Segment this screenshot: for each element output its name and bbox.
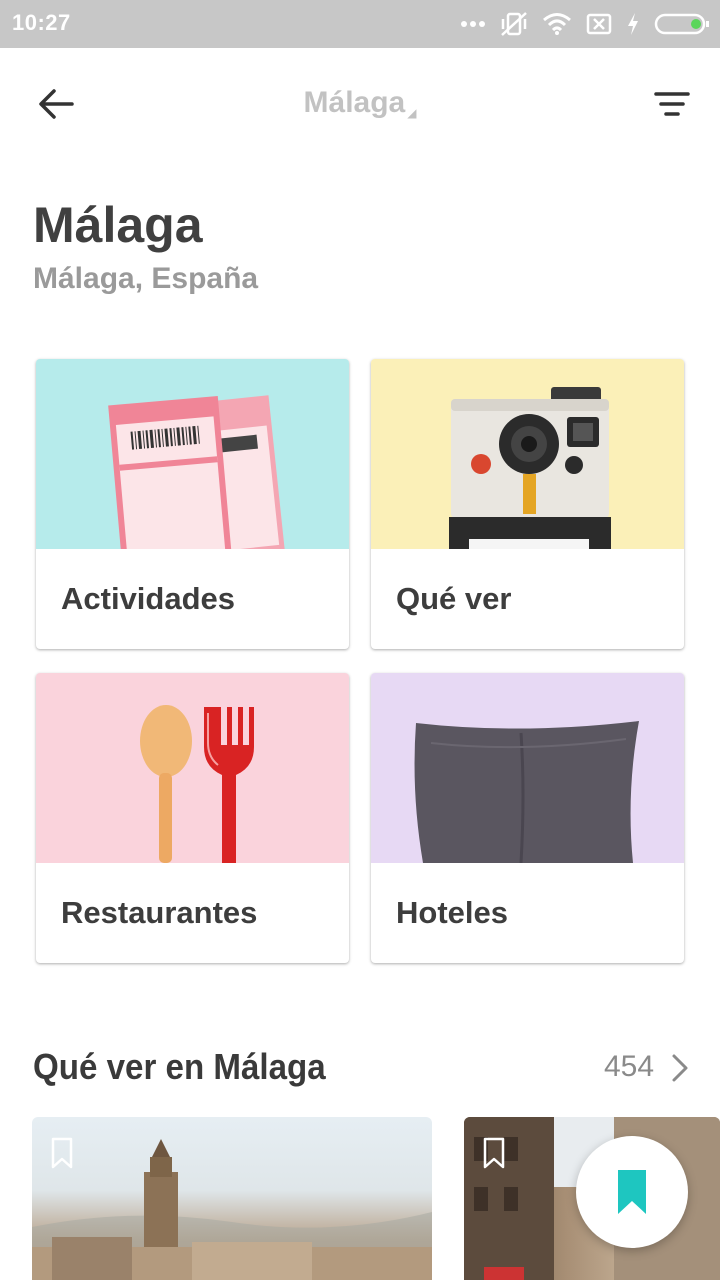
bookmark-outline-icon [51, 1137, 73, 1169]
filter-icon [654, 92, 690, 116]
vibrate-off-icon [500, 11, 528, 37]
category-label: Actividades [61, 581, 236, 616]
more-dots-icon [460, 20, 486, 28]
category-label: Qué ver [396, 581, 512, 616]
dropdown-caret-icon: ◢ [407, 106, 417, 120]
bookmark-icon [618, 1170, 646, 1214]
category-card-que-ver[interactable]: Qué ver [371, 359, 684, 649]
status-time: 10:27 [12, 10, 71, 35]
place-card[interactable] [32, 1117, 432, 1280]
category-label: Hoteles [396, 895, 508, 930]
spoon-and-fork-image [36, 673, 349, 863]
app-bar: Málaga ◢ [0, 48, 720, 160]
wifi-icon [542, 12, 572, 36]
category-card-actividades[interactable]: Actividades [36, 359, 349, 649]
chevron-right-icon [672, 1054, 688, 1082]
pillow-image [371, 673, 684, 863]
page-subtitle: Málaga, España [33, 262, 259, 295]
malaga-cathedral-image [32, 1139, 432, 1280]
page-title: Málaga [33, 197, 203, 253]
charging-bolt-icon [626, 12, 640, 36]
see-all-button[interactable] [668, 1052, 692, 1084]
no-sim-icon [586, 13, 612, 35]
tickets-image [36, 359, 349, 549]
destination-selector[interactable]: Málaga ◢ [0, 86, 720, 120]
appbar-title-text: Málaga [303, 86, 406, 119]
status-icons [460, 8, 710, 40]
instant-camera-image [371, 359, 684, 549]
section-count[interactable]: 454 [604, 1050, 654, 1084]
bookmark-outline-icon [483, 1137, 505, 1169]
filter-button[interactable] [652, 88, 692, 120]
category-card-restaurantes[interactable]: Restaurantes [36, 673, 349, 963]
status-bar: 10:27 [0, 0, 720, 48]
saved-places-fab[interactable] [576, 1136, 688, 1248]
save-place-button[interactable] [50, 1137, 74, 1169]
category-card-hoteles[interactable]: Hoteles [371, 673, 684, 963]
category-label: Restaurantes [61, 895, 258, 930]
save-place-button[interactable] [482, 1137, 506, 1169]
section-title: Qué ver en Málaga [33, 1046, 326, 1087]
battery-icon [654, 12, 710, 36]
